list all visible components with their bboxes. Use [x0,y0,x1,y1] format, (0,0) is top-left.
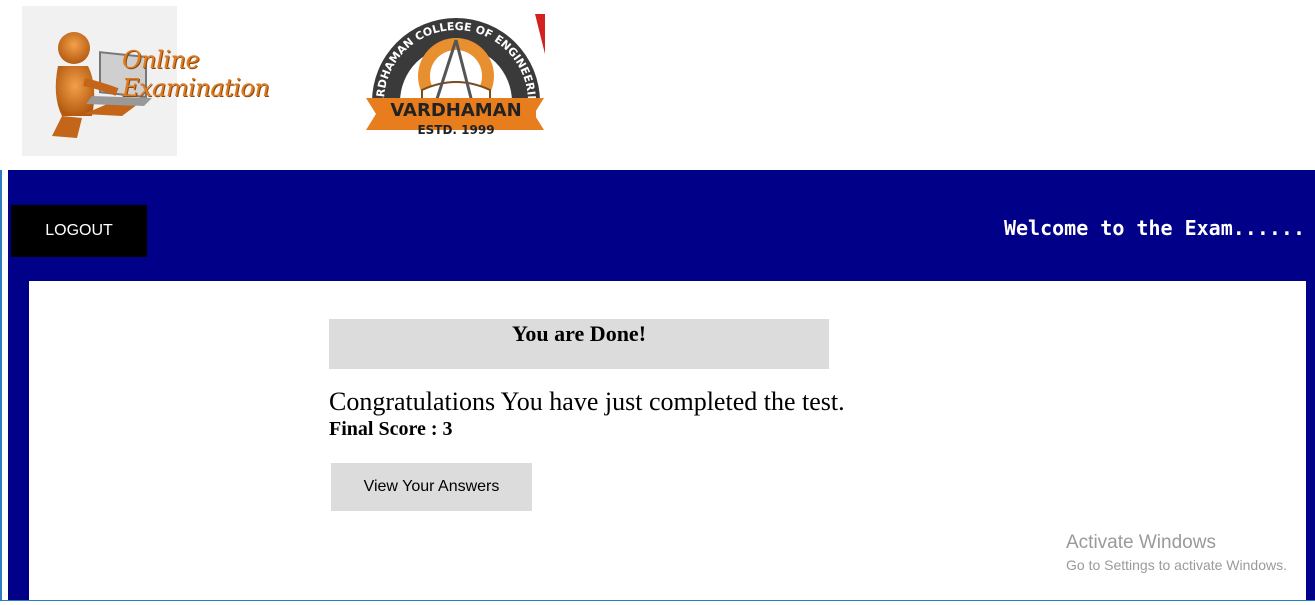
online-examination-logo: Online Examination [22,6,322,156]
congratulations-message: Congratulations You have just completed … [329,387,845,416]
online-examination-title: Online Examination [122,46,270,102]
college-emblem-icon: VARDHAMAN COLLEGE OF ENGINEERING VARDHAM… [357,0,544,137]
watermark-title: Activate Windows [1066,532,1216,553]
final-score: Final Score : 3 [329,418,453,440]
svg-text:VARDHAMAN: VARDHAMAN [390,100,521,121]
taskbar-edge [0,600,1315,605]
done-heading: You are Done! [511,321,647,346]
svg-text:ESTD. 1999: ESTD. 1999 [417,123,494,137]
logout-button[interactable]: LOGOUT [11,205,147,257]
activate-windows-watermark: Activate Windows Go to Settings to activ… [1066,532,1287,573]
red-flag-decoration [535,14,545,54]
welcome-message: Welcome to the Exam...... [1003,216,1305,240]
page-header: Online Examination VARDHAMAN COLLEGE OF … [0,0,1315,170]
done-heading-box: You are Done! [329,319,829,369]
watermark-subtitle: Go to Settings to activate Windows. [1066,557,1287,573]
college-logo: VARDHAMAN COLLEGE OF ENGINEERING VARDHAM… [357,0,548,140]
view-answers-button[interactable]: View Your Answers [331,463,532,511]
